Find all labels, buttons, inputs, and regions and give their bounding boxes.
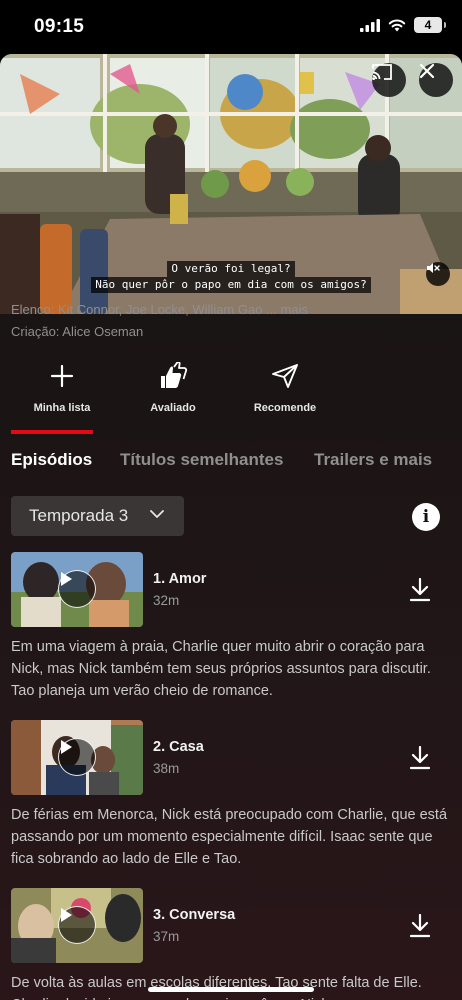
info-icon: i [422,507,430,527]
episode-description: De férias em Menorca, Nick está preocupa… [11,807,448,867]
status-icons: 4 [360,17,446,33]
cast-icon [372,64,392,80]
status-bar: 09:15 4 [0,0,462,54]
tab-episodes[interactable]: Episódios [11,450,92,470]
recommend-button[interactable]: Recomende [230,360,340,414]
season-selector[interactable]: Temporada 3 [11,496,184,536]
send-icon [272,364,298,388]
subtitle-text-2: Não quer pôr o papo em dia com os amigos… [91,277,371,293]
play-icon [61,572,72,586]
episode-duration: 32m [153,593,180,608]
episode-title[interactable]: 3. Conversa [153,907,235,923]
episode-title[interactable]: 2. Casa [153,739,204,755]
download-icon[interactable] [409,914,431,938]
download-icon[interactable] [409,578,431,602]
episode-duration: 38m [153,761,180,776]
active-tab-indicator [11,430,93,434]
rated-button[interactable]: Avaliado [118,360,228,414]
play-button[interactable] [58,570,96,608]
tab-trailers[interactable]: Trailers e mais [314,450,432,470]
creator-credits: Criação: Alice Oseman [11,324,144,339]
episode-thumbnail[interactable] [11,552,143,627]
double-thumbs-up-icon [161,362,188,388]
tab-similar-titles[interactable]: Títulos semelhantes [120,450,283,470]
close-button[interactable] [419,63,453,97]
play-icon [61,740,72,754]
chevron-down-icon [150,510,164,518]
subtitle-line-2: Não quer pôr o papo em dia com os amigos… [0,275,462,293]
episode-thumbnail[interactable] [11,888,143,963]
wifi-icon [388,19,406,32]
play-button[interactable] [58,738,96,776]
action-row: Minha lista Avaliado Recomende [0,360,462,420]
mute-button[interactable] [426,262,450,286]
battery-icon: 4 [414,17,446,33]
my-list-label: Minha lista [33,402,91,414]
cellular-signal-icon [360,18,380,32]
episode-description: De volta às aulas em escolas diferentes,… [11,975,422,1000]
rated-label: Avaliado [150,402,196,414]
cast-button[interactable] [372,63,406,97]
video-player[interactable]: O verão foi legal? Não quer pôr o papo e… [0,54,462,314]
my-list-button[interactable]: Minha lista [7,360,117,414]
recommend-label: Recomende [253,402,317,414]
cast-credits: Elenco: Kit Connor, Joe Locke, William G… [11,302,308,317]
home-indicator[interactable] [148,987,314,992]
title-detail-sheet: O verão foi legal? Não quer pôr o papo e… [0,54,462,1000]
status-time: 09:15 [34,16,85,37]
play-icon [61,908,72,922]
speaker-muted-icon [427,263,440,273]
download-icon[interactable] [409,746,431,770]
episode-description: Em uma viagem à praia, Charlie quer muit… [11,639,431,699]
close-icon [419,63,435,79]
info-button[interactable]: i [412,503,440,531]
play-button[interactable] [58,906,96,944]
plus-icon [50,364,74,388]
episode-title[interactable]: 1. Amor [153,571,206,587]
season-selector-label: Temporada 3 [29,506,129,525]
episode-duration: 37m [153,929,180,944]
episode-thumbnail[interactable] [11,720,143,795]
